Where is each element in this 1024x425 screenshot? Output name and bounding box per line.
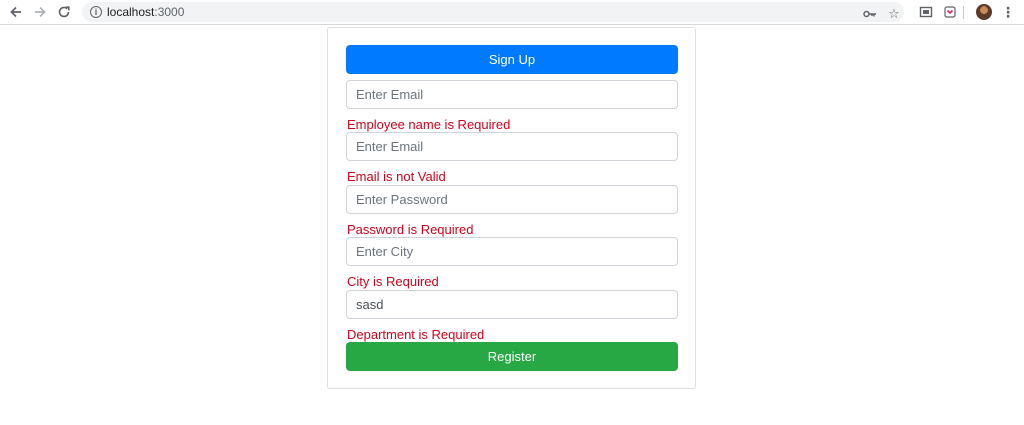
key-icon[interactable] — [862, 5, 878, 23]
url-host: localhost — [107, 5, 155, 19]
employee-name-error: Employee name is Required — [347, 117, 511, 132]
site-info-icon[interactable]: i — [90, 6, 102, 18]
password-error: Password is Required — [347, 222, 474, 237]
menu-icon[interactable]: ⋮ — [1000, 3, 1016, 21]
register-button[interactable]: Register — [346, 342, 678, 371]
profile-avatar[interactable] — [976, 4, 992, 20]
url-text[interactable]: localhost:3000 — [107, 5, 184, 19]
back-arrow-icon[interactable] — [6, 3, 26, 21]
sign-up-button[interactable]: Sign Up — [346, 45, 678, 74]
signup-card: Sign Up Employee name is Required Email … — [327, 27, 696, 389]
star-icon[interactable]: ☆ — [886, 5, 902, 23]
browser-toolbar: i localhost:3000 ☆ ⋮ — [0, 0, 1024, 25]
url-port: :3000 — [154, 5, 185, 19]
department-error: Department is Required — [347, 327, 485, 342]
reload-icon[interactable] — [54, 3, 74, 21]
department-field[interactable] — [346, 290, 678, 319]
password-field[interactable] — [346, 185, 678, 214]
city-field[interactable] — [346, 237, 678, 266]
employee-name-field[interactable] — [346, 80, 678, 109]
pocket-icon[interactable] — [941, 3, 959, 21]
email-error: Email is not Valid — [347, 169, 446, 184]
email-field[interactable] — [346, 132, 678, 161]
address-bar[interactable]: i localhost:3000 ☆ — [82, 2, 904, 22]
forward-arrow-icon[interactable] — [30, 3, 50, 21]
toolbar-divider — [963, 6, 964, 19]
city-error: City is Required — [347, 274, 439, 289]
cast-icon[interactable] — [917, 3, 935, 21]
